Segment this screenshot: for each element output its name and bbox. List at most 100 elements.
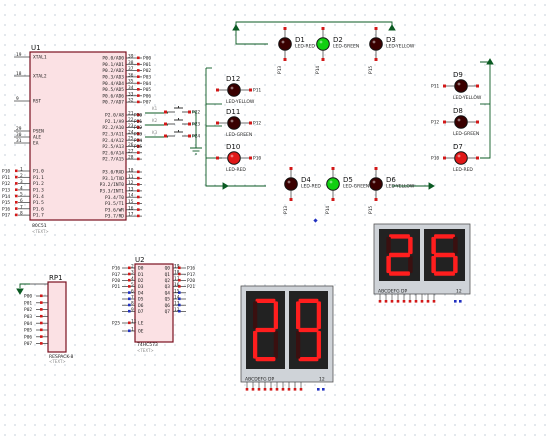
pin-number: 2 (20, 173, 23, 179)
led-net-label: P10 (431, 156, 439, 162)
pin-number: 2 (131, 264, 134, 270)
pin-state-indicator (40, 308, 43, 311)
latch-text-placeholder: <TEXT> (137, 348, 154, 353)
pin-number: 35 (128, 79, 134, 85)
pin-net-label: P20 (112, 278, 120, 284)
pin-state-indicator (137, 56, 140, 60)
segment-e (386, 255, 391, 274)
pin-state-indicator (137, 202, 140, 205)
display-pin-label: ABCDEFG DP (378, 289, 408, 295)
segment-f (386, 236, 391, 255)
pin-state-indicator (283, 27, 287, 30)
pin-name: P0.2/AD2 (102, 68, 124, 74)
pin-state-indicator (188, 110, 191, 114)
pin-number: 18 (174, 270, 180, 276)
pin-name: P2.2/A10 (102, 125, 124, 131)
pin-name: P0.0/AD0 (102, 56, 124, 62)
led-lens-icon (369, 177, 383, 191)
pin-number: 33 (128, 91, 134, 97)
pin-name: D3 (138, 284, 144, 290)
pin-name: PSEN (33, 129, 44, 135)
pin-name: P0.1/AD1 (102, 62, 124, 68)
pin-state-indicator (249, 88, 252, 92)
rpack-body[interactable] (47, 281, 67, 353)
pin-name: P2.6/A14 (102, 150, 124, 156)
pin-name: Q4 (165, 290, 171, 296)
led-highlight (287, 180, 291, 184)
pin-net-label: P14 (2, 194, 10, 200)
switch-net-label: P22 (192, 110, 200, 116)
pin-state-indicator (188, 122, 191, 126)
pin-net-label: P02 (143, 68, 151, 74)
pin-number: 8 (20, 211, 23, 217)
pin-net-label: P06 (24, 334, 32, 340)
segment-g (434, 252, 455, 258)
pin-number: 17 (174, 276, 180, 282)
pin-net-label: P15 (2, 200, 10, 206)
display-right[interactable]: ABCDEFG DP 12 (373, 223, 471, 303)
segment-f (296, 301, 301, 330)
pin-number: 30 (16, 132, 22, 138)
pin-name: D4 (138, 290, 144, 296)
pin-state-indicator (245, 388, 249, 391)
pin-number: 18 (16, 71, 22, 77)
pin-name: ALE (33, 135, 41, 141)
pin-net-label: P05 (143, 87, 151, 93)
segment-g (389, 252, 410, 258)
pin-net-label: P20 (187, 278, 195, 284)
pin-state-indicator (137, 75, 140, 78)
pin-state-indicator (321, 27, 325, 30)
segment-f (253, 301, 258, 330)
led-ref: D1 (295, 36, 305, 44)
pin-state-indicator (443, 84, 446, 88)
led-net-label: P14 (325, 206, 331, 214)
pin-state-indicator (374, 167, 378, 170)
pin-name: P3.0/RXD (102, 170, 124, 176)
led-lens-icon (227, 151, 241, 165)
pin-number: 3 (131, 270, 134, 276)
led-ref: D9 (453, 71, 463, 79)
pin-net-label: P21 (112, 284, 120, 290)
led-ref: D11 (226, 108, 240, 116)
pin-state-indicator (287, 388, 291, 391)
pin-state-indicator (263, 388, 267, 391)
schematic-sheet[interactable]: U1 19XTAL118XTAL29RST29PSEN30ALE31EA P10… (0, 0, 554, 439)
led-highlight (329, 180, 333, 184)
pin-net-label: P16 (2, 206, 10, 212)
pin-net-label: P00 (143, 56, 151, 62)
pin-name: P3.5/T1 (105, 201, 124, 207)
display-bottom[interactable]: ABCDEFG DP 12 (240, 285, 334, 391)
pin-number: 27 (128, 148, 134, 154)
pin-number: 6 (20, 198, 23, 204)
led-model: LED-RED (226, 167, 246, 173)
pin-state-indicator (188, 134, 191, 138)
pin-state-indicator (137, 189, 140, 192)
pin-number: 7 (20, 204, 23, 210)
pin-state-indicator (137, 157, 140, 161)
pin-number: 38 (128, 60, 134, 66)
pin-net-label: P23 (134, 132, 142, 138)
led-highlight (319, 40, 323, 44)
latch-ref: U2 (135, 256, 145, 264)
pin-name: LE (138, 321, 144, 327)
segment-b (316, 301, 321, 330)
pin-state-indicator (331, 167, 335, 170)
led-net-label: P10 (253, 156, 261, 162)
segment-e (431, 255, 436, 274)
pin-net-label: P25 (112, 321, 120, 327)
pin-state-indicator (137, 69, 140, 72)
pin-state-indicator (40, 294, 43, 298)
pin-net-label: P25 (134, 144, 142, 150)
led-net-label: P15 (368, 66, 374, 74)
pin-number: 17 (128, 212, 134, 218)
pin-state-indicator (137, 183, 140, 186)
display-pin-label: 12 (319, 377, 325, 383)
pin-name: OE (138, 329, 144, 335)
led-lens-icon (454, 151, 468, 165)
pin-name: RST (33, 99, 41, 105)
pin-state-indicator (137, 170, 140, 174)
segment-g (298, 327, 319, 333)
pin-number: 8 (131, 301, 134, 307)
pin-net-label: P17 (112, 272, 120, 278)
segment-c (273, 330, 278, 359)
